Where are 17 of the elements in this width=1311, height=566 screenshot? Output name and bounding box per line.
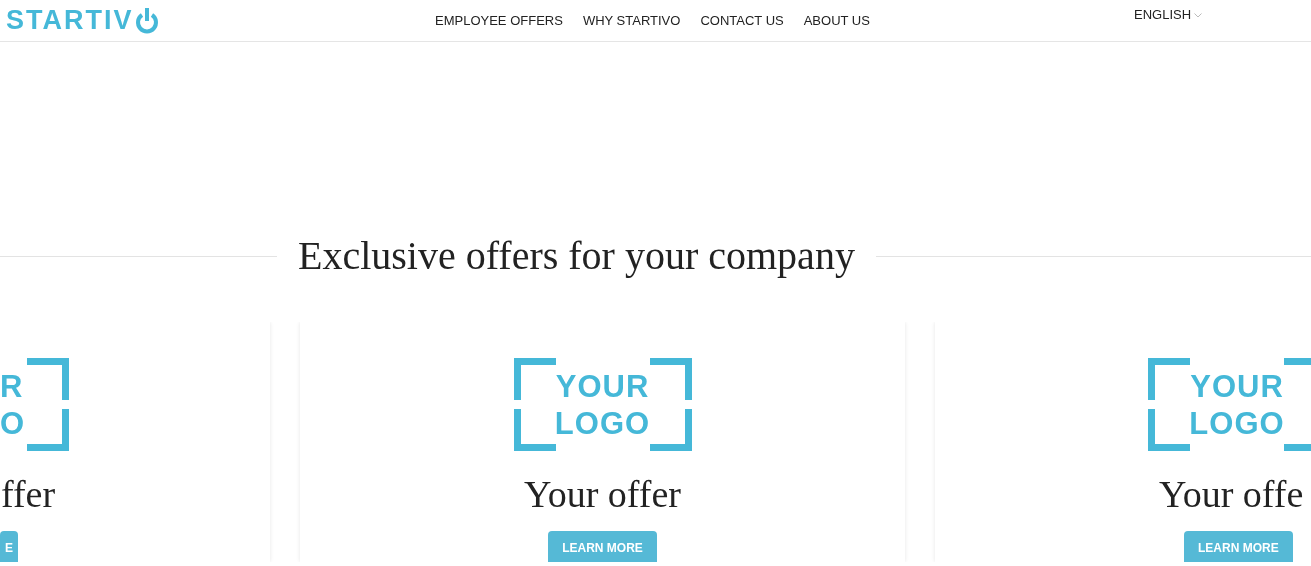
offer-title: Your offer [524,475,681,513]
nav-link[interactable]: WHY STARTIVO [582,11,681,31]
nav-link[interactable]: ABOUT US [803,11,870,31]
offer-title: ffer [1,475,56,513]
section-heading: Exclusive offers for your company [297,236,856,276]
nav-link[interactable]: EMPLOYEE OFFERS [435,11,563,31]
logo-placeholder-text: YOUR [1190,369,1284,403]
logo-placeholder-text: YOUR [555,369,650,403]
power-icon [134,7,159,34]
logo-placeholder-text: O [0,406,26,440]
chevron-down-icon [1194,12,1203,18]
language-selector[interactable]: ENGLISH [1134,5,1192,25]
logo-placeholder-text: R [0,369,24,403]
offer-title: Your offe [1159,475,1304,513]
logo-placeholder-text: LOGO [554,406,651,440]
logo-placeholder-text: LOGO [1189,406,1285,440]
nav-link[interactable]: CONTACT US [700,11,784,31]
